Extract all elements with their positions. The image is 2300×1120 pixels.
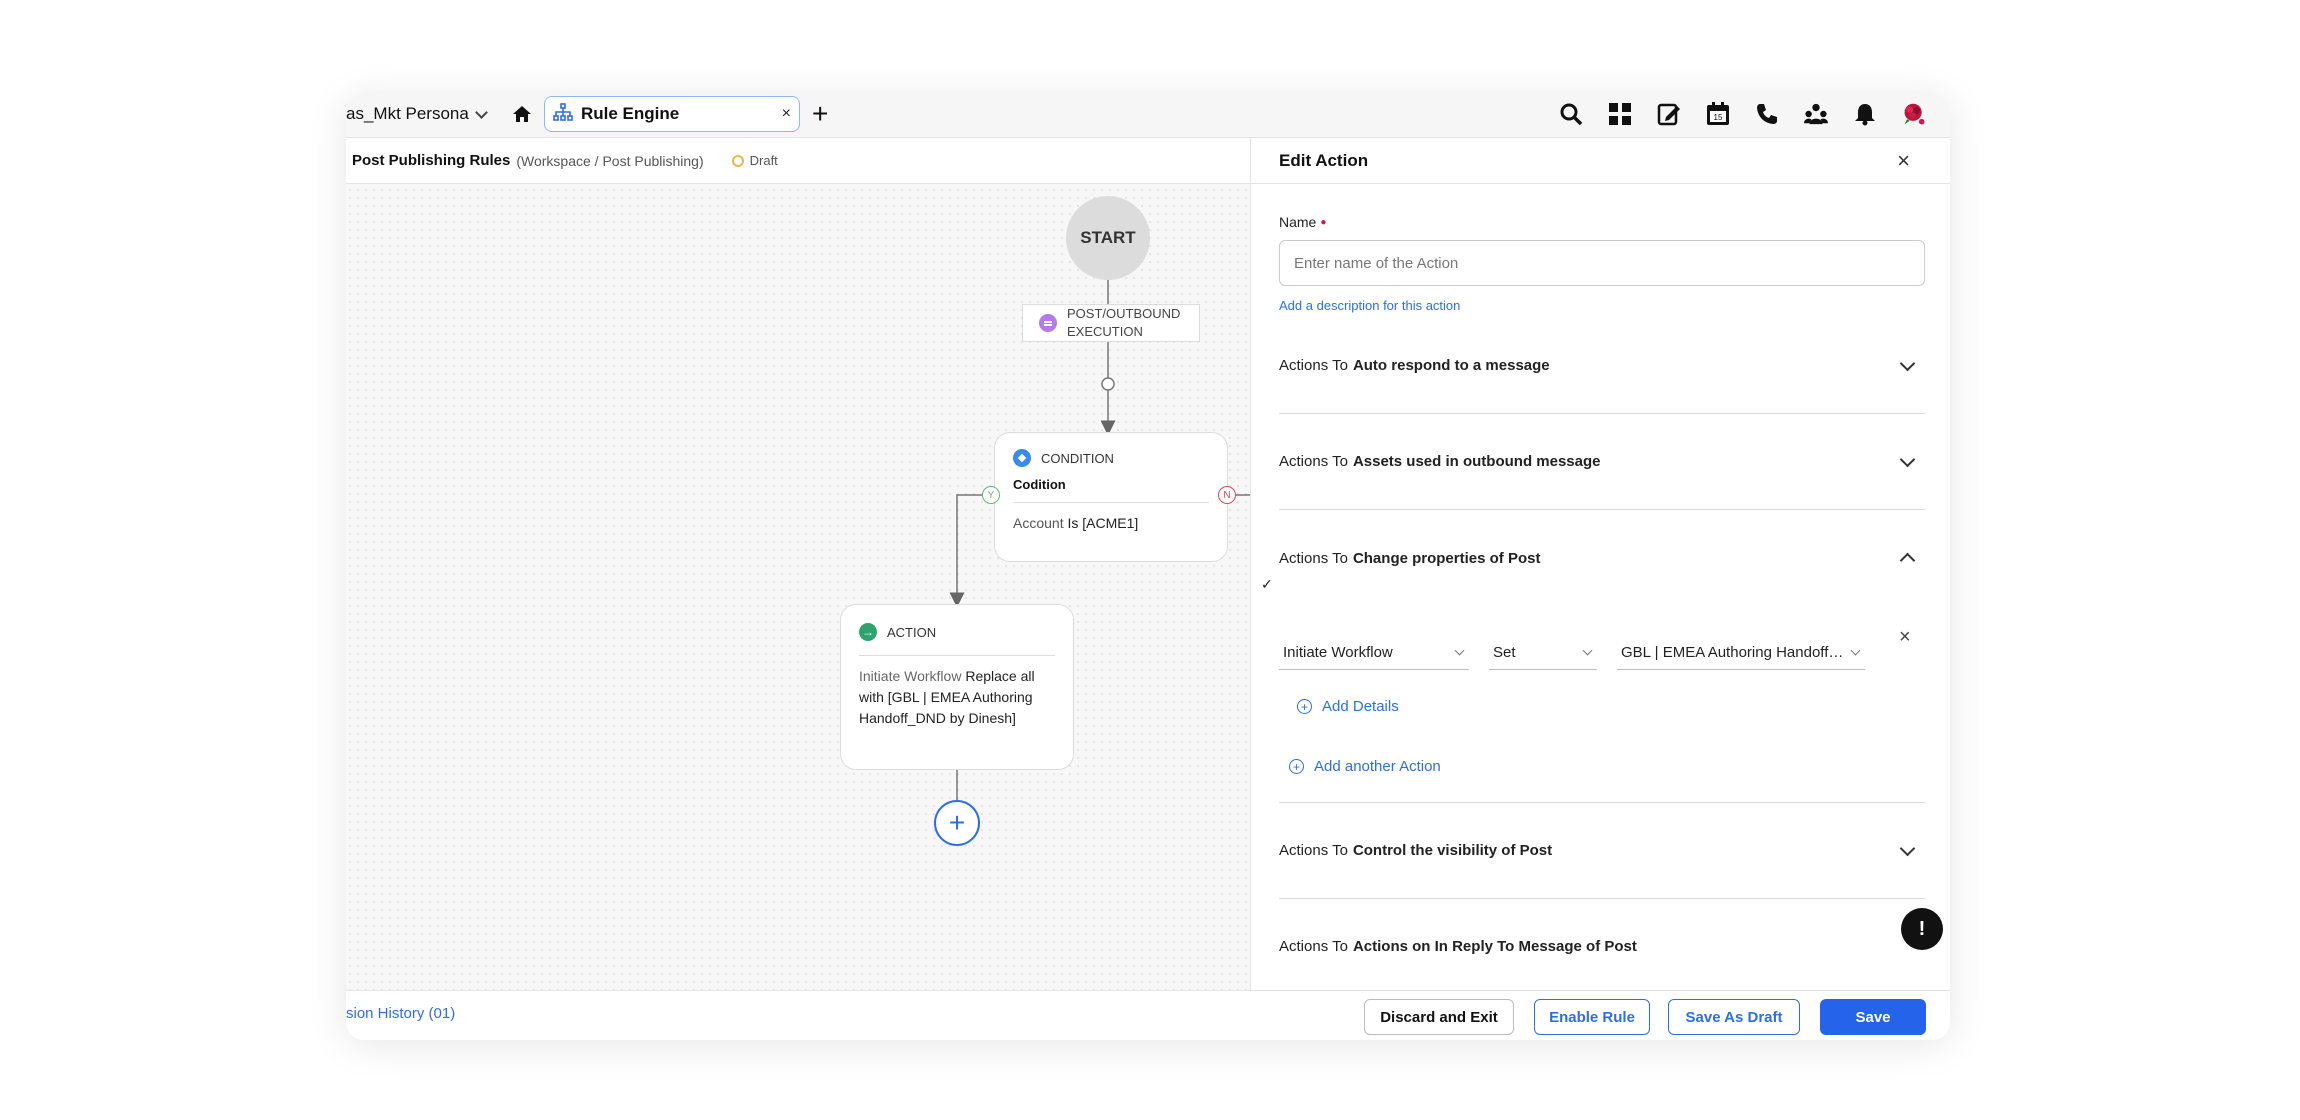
- section-prefix: Actions To: [1279, 549, 1348, 567]
- trigger-node[interactable]: POST/OUTBOUND EXECUTION: [1022, 304, 1200, 342]
- home-icon[interactable]: [512, 104, 532, 129]
- trigger-label-line1: POST/OUTBOUND: [1067, 306, 1181, 321]
- check-icon: ✓: [1261, 576, 1273, 592]
- chevron-down-icon: [1899, 451, 1916, 468]
- add-node-button[interactable]: +: [934, 800, 980, 846]
- persona-selector[interactable]: as_Mkt Persona: [346, 104, 488, 124]
- chevron-down-icon: [1899, 355, 1916, 372]
- chevron-down-icon: [1454, 645, 1465, 656]
- add-another-label: Add another Action: [1314, 758, 1441, 775]
- save-as-draft-button[interactable]: Save As Draft: [1668, 999, 1800, 1035]
- field-select[interactable]: Initiate Workflow: [1279, 636, 1469, 670]
- condition-rule: Account Is [ACME1]: [1013, 515, 1209, 531]
- rule-title: Post Publishing Rules: [352, 152, 511, 169]
- section-change-properties[interactable]: Actions To Change properties of Post: [1279, 510, 1925, 606]
- condition-node[interactable]: CONDITION Codition Account Is [ACME1]: [994, 432, 1228, 562]
- discard-and-exit-button[interactable]: Discard and Exit: [1364, 999, 1514, 1035]
- branch-no-badge: N: [1218, 486, 1236, 504]
- section-label: Change properties of Post: [1352, 549, 1541, 567]
- remove-row-icon[interactable]: ×: [1899, 626, 1911, 649]
- avatar[interactable]: [1902, 100, 1926, 128]
- rule-engine-icon: [553, 102, 573, 126]
- name-label: Name ●: [1279, 214, 1326, 230]
- calendar-day: 15: [1714, 113, 1723, 122]
- add-tab-button[interactable]: +: [812, 100, 828, 128]
- panel-title: Edit Action: [1279, 150, 1369, 170]
- chevron-down-icon: [474, 105, 488, 119]
- operator-select-value: Set: [1493, 644, 1516, 661]
- tab-label: Rule Engine: [581, 104, 680, 123]
- app-window: as_Mkt Persona Rule Engine × + 15 Post P…: [346, 94, 1950, 1040]
- status-badge: Draft: [749, 153, 778, 168]
- chevron-up-icon: [1899, 552, 1916, 569]
- plus-circle-icon: +: [1297, 699, 1312, 714]
- operator-select[interactable]: Set: [1489, 636, 1597, 670]
- phone-icon[interactable]: [1755, 100, 1779, 128]
- top-bar: as_Mkt Persona Rule Engine × + 15: [346, 94, 1950, 138]
- section-label: Auto respond to a message: [1352, 357, 1550, 374]
- action-name-input[interactable]: [1279, 240, 1925, 286]
- section-assets[interactable]: Actions To Assets used in outbound messa…: [1279, 414, 1925, 510]
- global-toolbar: 15: [1559, 100, 1926, 128]
- section-in-reply[interactable]: Actions To Actions on In Reply To Messag…: [1279, 899, 1925, 995]
- condition-name: Codition: [1013, 477, 1209, 503]
- condition-icon: [1013, 449, 1031, 467]
- action-summary: Initiate Workflow Replace all with [GBL …: [859, 655, 1055, 729]
- value-select[interactable]: GBL | EMEA Authoring Handoff_DND by Dine…: [1617, 636, 1865, 670]
- section-prefix: Actions To: [1279, 938, 1348, 955]
- plus-circle-icon: +: [1289, 759, 1304, 774]
- section-prefix: Actions To: [1279, 357, 1348, 374]
- close-tab-icon[interactable]: ×: [782, 105, 791, 123]
- section-label: Control the visibility of Post: [1352, 842, 1553, 859]
- alert-icon[interactable]: !: [1901, 908, 1943, 950]
- edit-action-panel: Edit Action × Name● Add a description fo…: [1250, 138, 1950, 995]
- close-panel-icon[interactable]: ×: [1897, 148, 1910, 174]
- save-button[interactable]: Save: [1820, 999, 1926, 1035]
- field-select-value: Initiate Workflow: [1283, 644, 1393, 661]
- required-indicator: ●: [1320, 217, 1327, 228]
- start-node[interactable]: START: [1066, 196, 1150, 280]
- section-prefix: Actions To: [1279, 453, 1348, 470]
- action-key: Initiate Workflow: [859, 668, 962, 684]
- apps-grid-icon[interactable]: [1608, 100, 1632, 128]
- action-node[interactable]: → ACTION Initiate Workflow Replace all w…: [840, 604, 1074, 770]
- section-prefix: Actions To: [1279, 842, 1348, 859]
- value-select-value: GBL | EMEA Authoring Handoff_DND by Dine…: [1621, 644, 1844, 661]
- chevron-down-icon: [1582, 645, 1593, 656]
- arrow-right-icon: →: [859, 623, 877, 641]
- add-details-button[interactable]: + Add Details: [1297, 698, 1399, 715]
- add-another-action-button[interactable]: + Add another Action: [1289, 758, 1441, 775]
- rule-path: (Workspace / Post Publishing): [516, 152, 704, 169]
- section-visibility[interactable]: Actions To Control the visibility of Pos…: [1279, 803, 1925, 899]
- enable-rule-button[interactable]: Enable Rule: [1534, 999, 1650, 1035]
- chevron-down-icon: [1850, 645, 1861, 656]
- persona-label: as_Mkt Persona: [346, 104, 469, 123]
- tab-rule-engine[interactable]: Rule Engine ×: [544, 96, 800, 132]
- section-label: Actions on In Reply To Message of Post: [1352, 938, 1637, 955]
- rule-subheader: Post Publishing Rules (Workspace / Post …: [346, 138, 1250, 184]
- trigger-label-line2: EXECUTION: [1067, 324, 1143, 339]
- action-type: ACTION: [887, 624, 937, 640]
- section-label: Assets used in outbound message: [1352, 453, 1601, 470]
- version-history-link[interactable]: sion History (01): [346, 1005, 455, 1022]
- condition-field: Account: [1013, 515, 1064, 531]
- name-label-text: Name: [1279, 214, 1317, 230]
- section-auto-respond[interactable]: Actions To Auto respond to a message: [1279, 318, 1925, 414]
- condition-type: CONDITION: [1041, 450, 1114, 466]
- footer-bar: sion History (01) Discard and Exit Enabl…: [346, 990, 1950, 1040]
- compose-icon[interactable]: [1657, 100, 1681, 128]
- calendar-icon[interactable]: 15: [1706, 100, 1730, 128]
- chevron-down-icon: [1899, 840, 1916, 857]
- branch-yes-badge: Y: [982, 486, 1000, 504]
- draft-status-icon: [731, 154, 744, 167]
- community-icon[interactable]: [1804, 100, 1828, 128]
- trigger-icon: [1039, 314, 1057, 332]
- add-details-label: Add Details: [1322, 698, 1399, 715]
- bell-icon[interactable]: [1853, 100, 1877, 128]
- add-description-link[interactable]: Add a description for this action: [1279, 298, 1460, 313]
- search-icon[interactable]: [1559, 100, 1583, 128]
- condition-value: Is [ACME1]: [1067, 515, 1139, 531]
